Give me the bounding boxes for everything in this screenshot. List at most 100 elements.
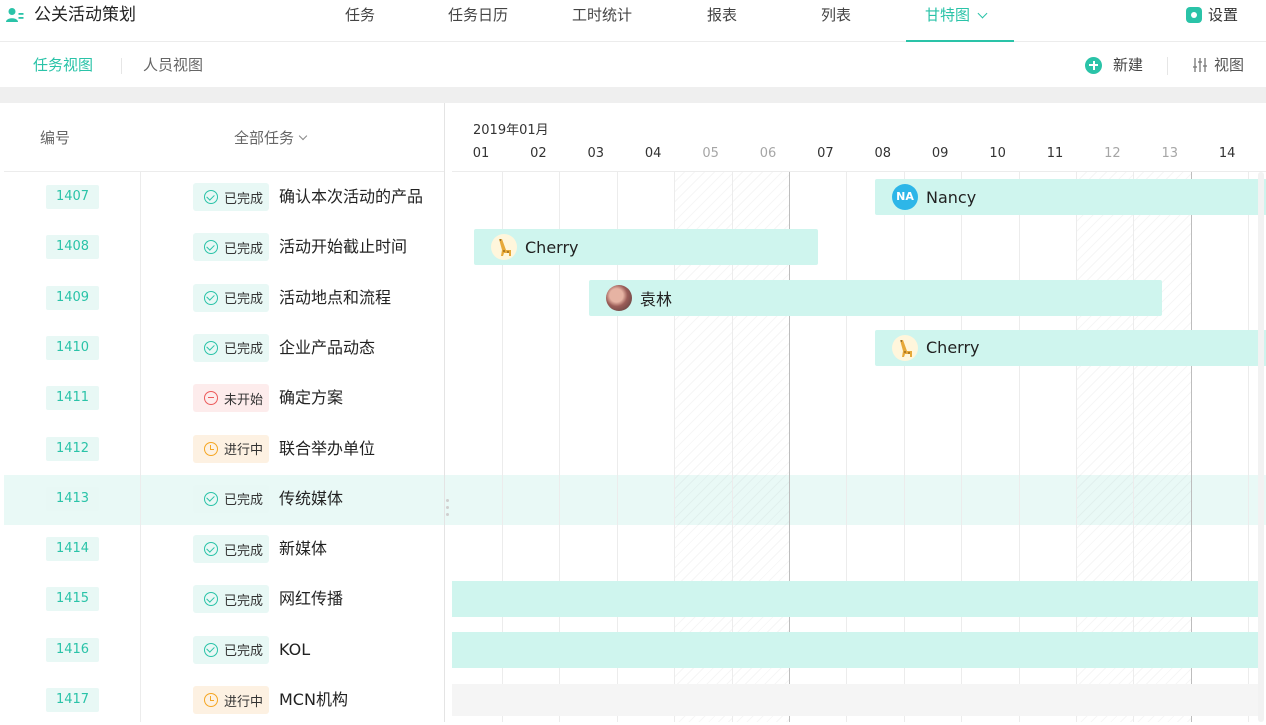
gantt-day-label: 11 (1046, 146, 1064, 161)
task-table: 编号 全部任务 1407 已完成 确认本次活动的产品 1408 已完成 活动开始截止时间 1… (4, 103, 444, 722)
nav-tab-task-calendar[interactable]: 任务日历 (448, 4, 508, 26)
gantt-task-bar[interactable]: Cherry (875, 329, 1266, 366)
settings-button[interactable]: 设置 (1186, 4, 1238, 26)
nav-tab-reports[interactable]: 报表 (707, 4, 737, 26)
vertical-scrollbar[interactable] (1258, 172, 1264, 722)
gantt-day-label: 07 (817, 146, 834, 161)
assignee-name: 袁林 (640, 289, 673, 309)
gear-icon (1186, 7, 1202, 23)
avatar: NA (892, 184, 918, 210)
view-toolbar: 任务视图 人员视图 新建 视图 (0, 43, 1266, 87)
task-name[interactable]: 传统媒体 (279, 474, 343, 524)
check-circle-icon (204, 190, 218, 204)
status-label: 进行中 (224, 443, 264, 458)
task-name[interactable]: 联合举办单位 (279, 424, 375, 474)
status-badge[interactable]: 未开始 (193, 384, 270, 413)
status-badge[interactable]: 进行中 (193, 434, 270, 463)
status-badge[interactable]: 已完成 (193, 283, 270, 312)
pane-resize-handle[interactable] (446, 499, 449, 521)
status-badge[interactable]: 已完成 (193, 183, 270, 211)
task-row[interactable]: 1409 已完成 活动地点和流程 (4, 273, 444, 323)
tab-task-view[interactable]: 任务视图 (33, 56, 93, 74)
task-name[interactable]: 确定方案 (279, 373, 343, 423)
task-number-badge[interactable]: 1410 (46, 335, 99, 360)
task-name[interactable]: 企业产品动态 (279, 323, 375, 373)
task-row[interactable]: 1413 已完成 传统媒体 (4, 474, 444, 524)
tab-member-view[interactable]: 人员视图 (143, 56, 203, 74)
task-number-badge[interactable]: 1415 (46, 587, 99, 612)
gantt-day-label: 14 (1218, 146, 1236, 161)
new-button-label: 新建 (1113, 56, 1144, 74)
status-badge[interactable]: 已完成 (193, 333, 270, 362)
nav-tab-gantt-label: 甘特图 (925, 6, 971, 24)
status-badge[interactable]: 已完成 (193, 484, 270, 513)
task-row[interactable]: 1414 已完成 新媒体 (4, 524, 444, 574)
status-badge[interactable]: 已完成 (193, 585, 270, 614)
gantt-task-bar[interactable] (452, 581, 1262, 618)
gantt-day-label: 06 (759, 146, 777, 161)
task-row[interactable]: 1416 已完成 KOL (4, 625, 444, 675)
status-label: 进行中 (224, 694, 264, 710)
view-settings-button[interactable]: 视图 (1192, 55, 1244, 75)
task-number-badge[interactable]: 1409 (46, 285, 99, 310)
task-number-badge[interactable]: 1412 (46, 436, 99, 461)
status-label: 未开始 (224, 392, 264, 408)
task-number-badge[interactable]: 1416 (46, 637, 99, 662)
gantt-task-bar[interactable]: 袁林 (589, 279, 1162, 316)
gantt-day-label: 02 (530, 146, 547, 161)
gantt-task-bar[interactable] (452, 631, 1262, 668)
task-row[interactable]: 1408 已完成 活动开始截止时间 (4, 222, 444, 272)
task-name[interactable]: KOL (279, 625, 310, 675)
sliders-icon (1193, 58, 1207, 72)
app-title: 公关活动策划 (34, 5, 136, 25)
gantt-board: 编号 全部任务 1407 已完成 确认本次活动的产品 1408 已完成 活动开始截止时间 1… (4, 103, 1266, 722)
check-circle-icon (204, 240, 218, 255)
nav-tab-timesheet[interactable]: 工时统计 (572, 4, 632, 26)
gantt-task-bar[interactable]: Cherry (474, 229, 818, 266)
status-label: 已完成 (224, 191, 264, 207)
task-row[interactable]: 1417 进行中 MCN机构 (4, 675, 444, 725)
plus-icon (1085, 56, 1102, 74)
nav-tab-gantt[interactable]: 甘特图 (925, 4, 988, 26)
task-row[interactable]: 1410 已完成 企业产品动态 (4, 323, 444, 373)
task-number-badge[interactable]: 1414 (46, 537, 99, 562)
task-name[interactable]: 活动地点和流程 (279, 273, 391, 323)
team-icon (6, 8, 24, 22)
new-button[interactable]: 新建 (1085, 55, 1143, 75)
status-badge[interactable]: 已完成 (193, 535, 270, 564)
status-badge[interactable]: 进行中 (193, 686, 270, 714)
status-label: 已完成 (224, 292, 264, 308)
task-name[interactable]: MCN机构 (279, 675, 348, 725)
gantt-day-label: 03 (587, 146, 605, 161)
status-label: 已完成 (224, 342, 264, 358)
task-row[interactable]: 1407 已完成 确认本次活动的产品 (4, 172, 444, 222)
status-badge[interactable]: 已完成 (193, 233, 270, 262)
toolbar-divider (1167, 57, 1168, 75)
task-row[interactable]: 1415 已完成 网红传播 (4, 574, 444, 624)
gantt-task-bar[interactable]: NA Nancy (875, 179, 1266, 215)
task-name[interactable]: 确认本次活动的产品 (279, 172, 423, 222)
status-label: 已完成 (224, 241, 264, 257)
clock-icon (204, 441, 218, 456)
nav-tab-list[interactable]: 列表 (821, 4, 851, 26)
check-circle-icon (204, 290, 218, 305)
avatar (491, 234, 517, 261)
nav-tab-tasks[interactable]: 任务 (345, 4, 375, 26)
task-name[interactable]: 新媒体 (279, 524, 327, 574)
task-number-badge[interactable]: 1411 (46, 386, 99, 411)
status-label: 已完成 (224, 493, 264, 509)
gantt-day-label: 09 (931, 146, 949, 161)
status-badge[interactable]: 已完成 (193, 635, 270, 664)
task-row[interactable]: 1412 进行中 联合举办单位 (4, 424, 444, 474)
task-number-badge[interactable]: 1413 (46, 486, 99, 511)
check-circle-icon (204, 642, 218, 657)
status-label: 已完成 (224, 593, 264, 609)
task-number-badge[interactable]: 1407 (46, 185, 99, 209)
task-row[interactable]: 1411 未开始 确定方案 (4, 373, 444, 423)
task-number-badge[interactable]: 1408 (46, 235, 99, 260)
task-filter-dropdown[interactable]: 全部任务 (234, 127, 308, 148)
clock-icon (204, 693, 218, 707)
task-name[interactable]: 活动开始截止时间 (279, 222, 407, 272)
task-name[interactable]: 网红传播 (279, 574, 343, 624)
task-number-badge[interactable]: 1417 (46, 688, 99, 712)
